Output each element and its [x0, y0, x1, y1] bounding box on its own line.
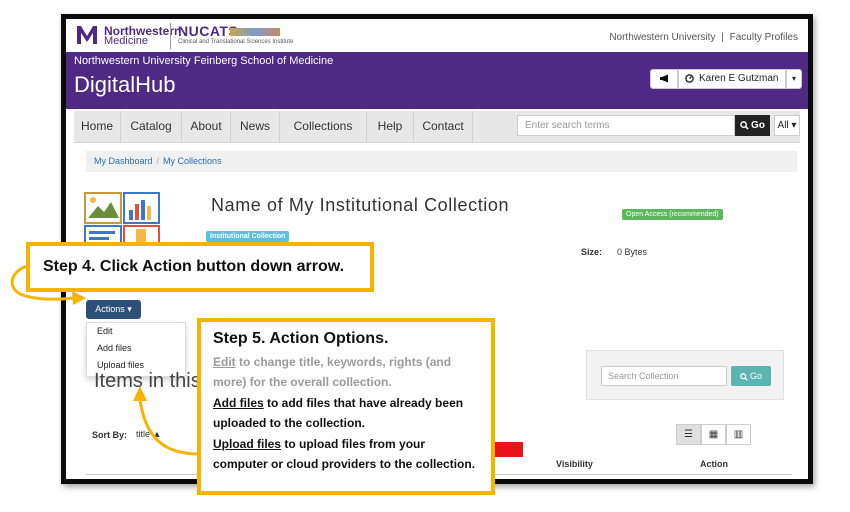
step5-add-link: Add files	[213, 395, 264, 410]
step5-edit-link: Edit	[213, 354, 236, 369]
step5-connector-arrow	[138, 399, 200, 456]
step5-arrowhead	[133, 386, 147, 401]
step4-callout: Step 4. Click Action button down arrow.	[26, 242, 374, 292]
step5-edit-entry: Edit to change title, keywords, rights (…	[213, 355, 451, 390]
step5-callout: Step 5. Action Options. Edit to change t…	[197, 318, 495, 495]
step4-text: Step 4. Click Action button down arrow.	[43, 258, 345, 275]
step5-title: Step 5. Action Options.	[213, 330, 389, 347]
step5-upload-link: Upload files	[213, 436, 282, 451]
step4-arrowhead	[72, 291, 86, 305]
step5-edit-text: to change title, keywords, rights (and m…	[213, 354, 452, 390]
